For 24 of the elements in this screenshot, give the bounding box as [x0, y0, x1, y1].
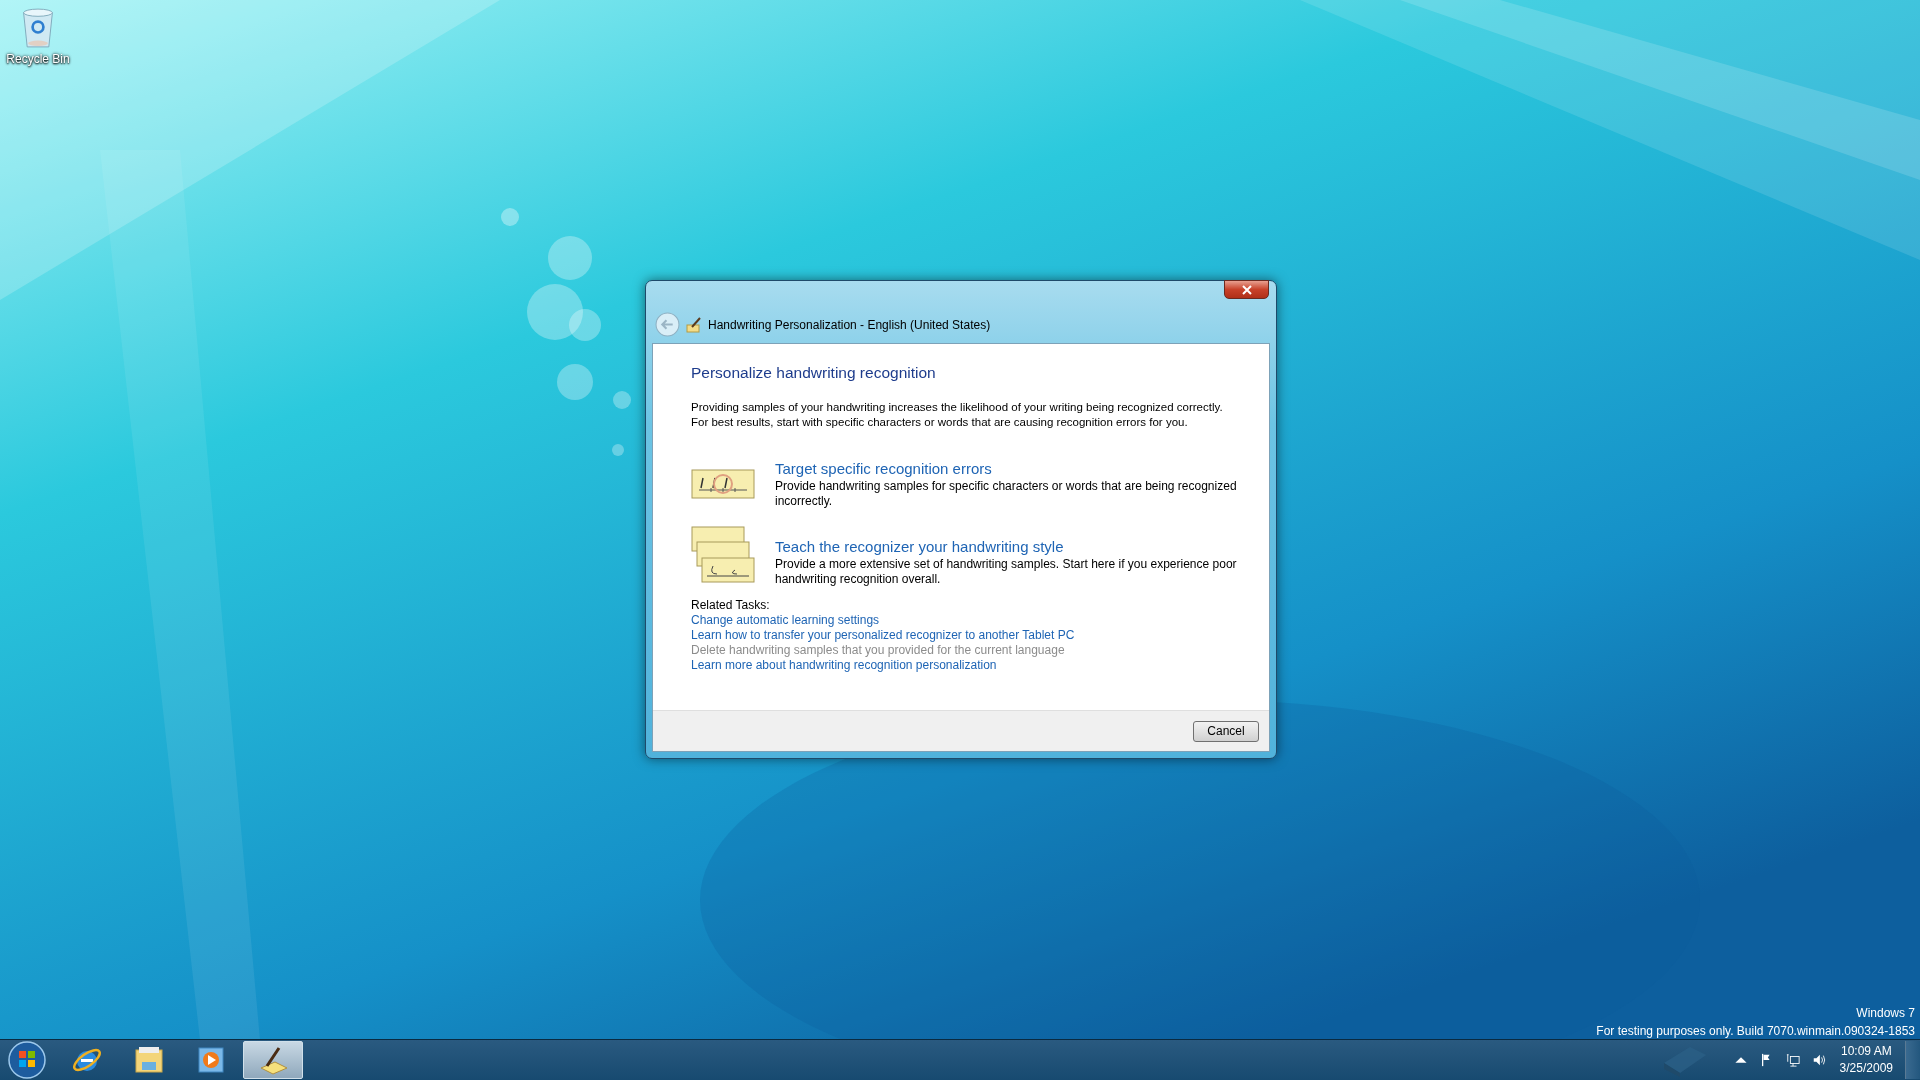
- build-notice: Windows 7: [1856, 1005, 1915, 1022]
- close-icon[interactable]: [1241, 284, 1252, 295]
- related-task-link[interactable]: Learn more about handwriting recognition personalization: [691, 658, 997, 673]
- option-description: Provide handwriting samples for specific characters or words that are being recognized incorrectly.: [775, 479, 1238, 509]
- option-description: Provide a more extensive set of handwriting samples. Start here if you experience poor handwriting recognition overall.: [775, 557, 1238, 587]
- option-link[interactable]: Target specific recognition errors: [775, 460, 1255, 477]
- handwriting-taskbar-button[interactable]: [243, 1041, 303, 1079]
- related-tasks-label: Related Tasks:: [691, 598, 770, 613]
- option-link[interactable]: Teach the recognizer your handwriting style: [775, 538, 1255, 555]
- play-icon[interactable]: [195, 1044, 227, 1076]
- network-icon[interactable]: [1785, 1053, 1800, 1067]
- pen-note-icon: [686, 316, 702, 333]
- start-button[interactable]: [7, 1040, 47, 1080]
- related-task-link[interactable]: Change automatic learning settings: [691, 613, 880, 628]
- folder-icon[interactable]: [133, 1044, 165, 1076]
- window-title: Handwriting Personalization - English (United States): [708, 317, 991, 332]
- cancel-button[interactable]: Cancel: [1193, 720, 1259, 742]
- page-heading: Personalize handwriting recognition: [691, 364, 937, 382]
- clock[interactable]: 10:09 AM 3/25/2009: [1839, 1043, 1893, 1077]
- build-notice: For testing purposes only. Build 7070.winmain.090324-1853: [1596, 1023, 1915, 1040]
- related-task-link[interactable]: Learn how to transfer your personalized recognizer to another Tablet PC: [691, 628, 1075, 643]
- close-button[interactable]: [1224, 280, 1269, 299]
- speaker-icon[interactable]: [1811, 1053, 1826, 1067]
- intro-text: Providing samples of your handwriting increases the likelihood of your writing being recognized correctly. For best results, start with specific characters or words that are causing recognition errors for you.: [691, 400, 1224, 430]
